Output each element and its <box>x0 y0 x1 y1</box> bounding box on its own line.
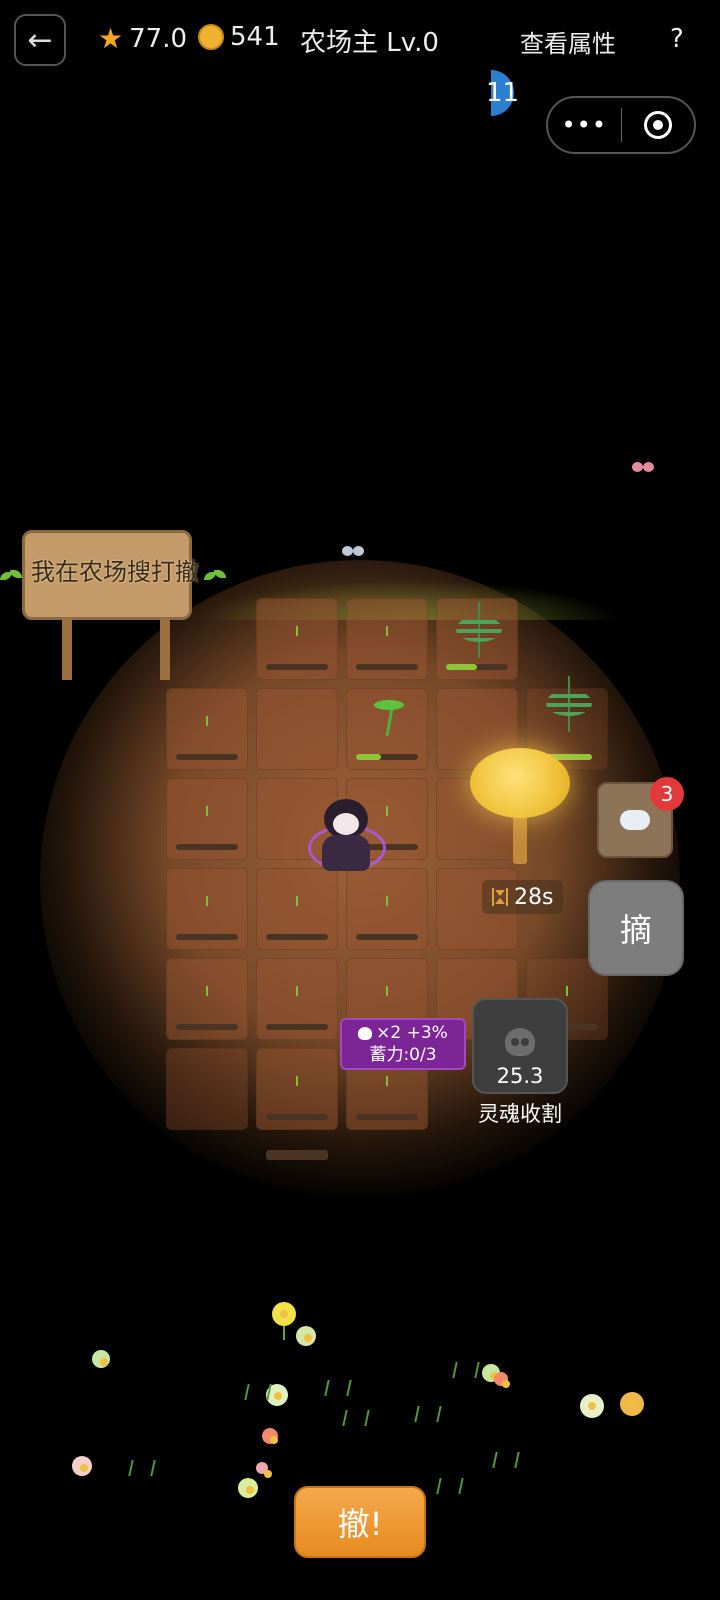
fern-plant-icon <box>456 602 502 658</box>
level-progress-value: 11 <box>486 78 520 108</box>
coins-value: 541 <box>230 22 280 52</box>
retreat-button[interactable]: 撤! <box>294 1486 426 1558</box>
flower-icon <box>72 1456 92 1476</box>
flower-icon <box>296 1326 316 1346</box>
plot-edge <box>266 1150 328 1160</box>
target-icon <box>643 111 672 139</box>
help-button[interactable]: ? <box>670 24 684 54</box>
farmer-level-text: 农场主 Lv.0 <box>300 28 439 58</box>
player-character[interactable] <box>308 795 386 877</box>
coins-stat: 541 <box>198 22 280 52</box>
tree-timer: 28s <box>482 880 564 914</box>
skill-cooldown-value: 25.3 <box>496 1064 544 1088</box>
cloud-bag-icon <box>620 810 650 830</box>
fern-plant-icon <box>546 676 592 732</box>
farm-plot[interactable] <box>166 868 248 950</box>
farm-plot[interactable] <box>256 1048 338 1130</box>
farm-plot[interactable] <box>256 958 338 1040</box>
close-mini-program-button[interactable] <box>622 111 695 139</box>
grass-tuft <box>414 1406 442 1422</box>
sign-text: 我在农场搜打撤 <box>31 558 199 586</box>
flower-icon <box>620 1392 644 1416</box>
bag-badge: 3 <box>650 777 684 811</box>
sign-post <box>160 618 170 680</box>
farm-plot[interactable] <box>166 958 248 1040</box>
growth-bar-fill <box>446 664 477 670</box>
stars-value: 77.0 <box>129 23 187 54</box>
grass-tuft <box>452 1362 480 1378</box>
soul-buff-box: ×2 +3% 蓄力:0/3 <box>340 1018 466 1070</box>
skill-label: 灵魂收割 <box>478 1102 562 1126</box>
farmer-title: 农场主 Lv.0 <box>300 22 439 59</box>
tree-timer-value: 28s <box>514 884 554 910</box>
coin-icon <box>198 24 224 50</box>
flower-icon <box>580 1394 604 1418</box>
buff-charge: 蓄力:0/3 <box>369 1045 437 1065</box>
seedling-icon <box>374 700 404 736</box>
star-icon: ★ <box>98 22 124 55</box>
farm-plot[interactable] <box>166 1048 248 1130</box>
flower-icon <box>92 1350 110 1368</box>
pick-button[interactable]: 摘 <box>588 880 684 976</box>
sign-post <box>62 618 72 680</box>
farm-plot[interactable] <box>346 868 428 950</box>
farm-plot[interactable] <box>256 598 338 680</box>
stars-stat: ★ 77.0 <box>98 22 187 55</box>
flower-icon <box>494 1372 510 1388</box>
grass-tuft <box>492 1452 520 1468</box>
more-dots-icon[interactable]: ••• <box>548 111 621 139</box>
flower-icon <box>256 1462 272 1478</box>
flower-icon <box>272 1302 296 1326</box>
grass-tuft <box>436 1478 464 1494</box>
grass-tuft <box>128 1460 156 1476</box>
grass-tuft <box>244 1384 272 1400</box>
grass-tuft <box>342 1410 370 1426</box>
growth-bar-fill <box>356 754 381 760</box>
hourglass-icon <box>492 888 508 906</box>
farm-plot[interactable] <box>256 868 338 950</box>
farm-plot[interactable] <box>346 598 428 680</box>
flower-icon <box>262 1428 278 1444</box>
butterfly-icon <box>632 462 654 472</box>
butterfly-icon <box>342 546 364 556</box>
golden-tree[interactable] <box>470 748 570 818</box>
back-arrow-icon: ← <box>27 22 53 58</box>
farm-plot[interactable] <box>166 688 248 770</box>
buff-multiplier: ×2 +3% <box>376 1023 448 1043</box>
soul-harvest-skill-button[interactable]: 25.3 <box>472 998 568 1094</box>
character-body <box>322 835 370 871</box>
skull-icon <box>358 1026 373 1040</box>
farm-plot[interactable] <box>256 688 338 770</box>
skull-icon <box>505 1028 535 1056</box>
grass-tuft <box>324 1380 352 1396</box>
farm-plot[interactable] <box>166 778 248 860</box>
mini-program-capsule: ••• <box>546 96 696 154</box>
flower-icon <box>238 1478 258 1498</box>
flower-stem <box>283 1326 285 1340</box>
skull-mask-icon <box>333 813 359 835</box>
back-button[interactable]: ← <box>14 14 66 66</box>
view-attributes-button[interactable]: 查看属性 <box>520 24 616 59</box>
